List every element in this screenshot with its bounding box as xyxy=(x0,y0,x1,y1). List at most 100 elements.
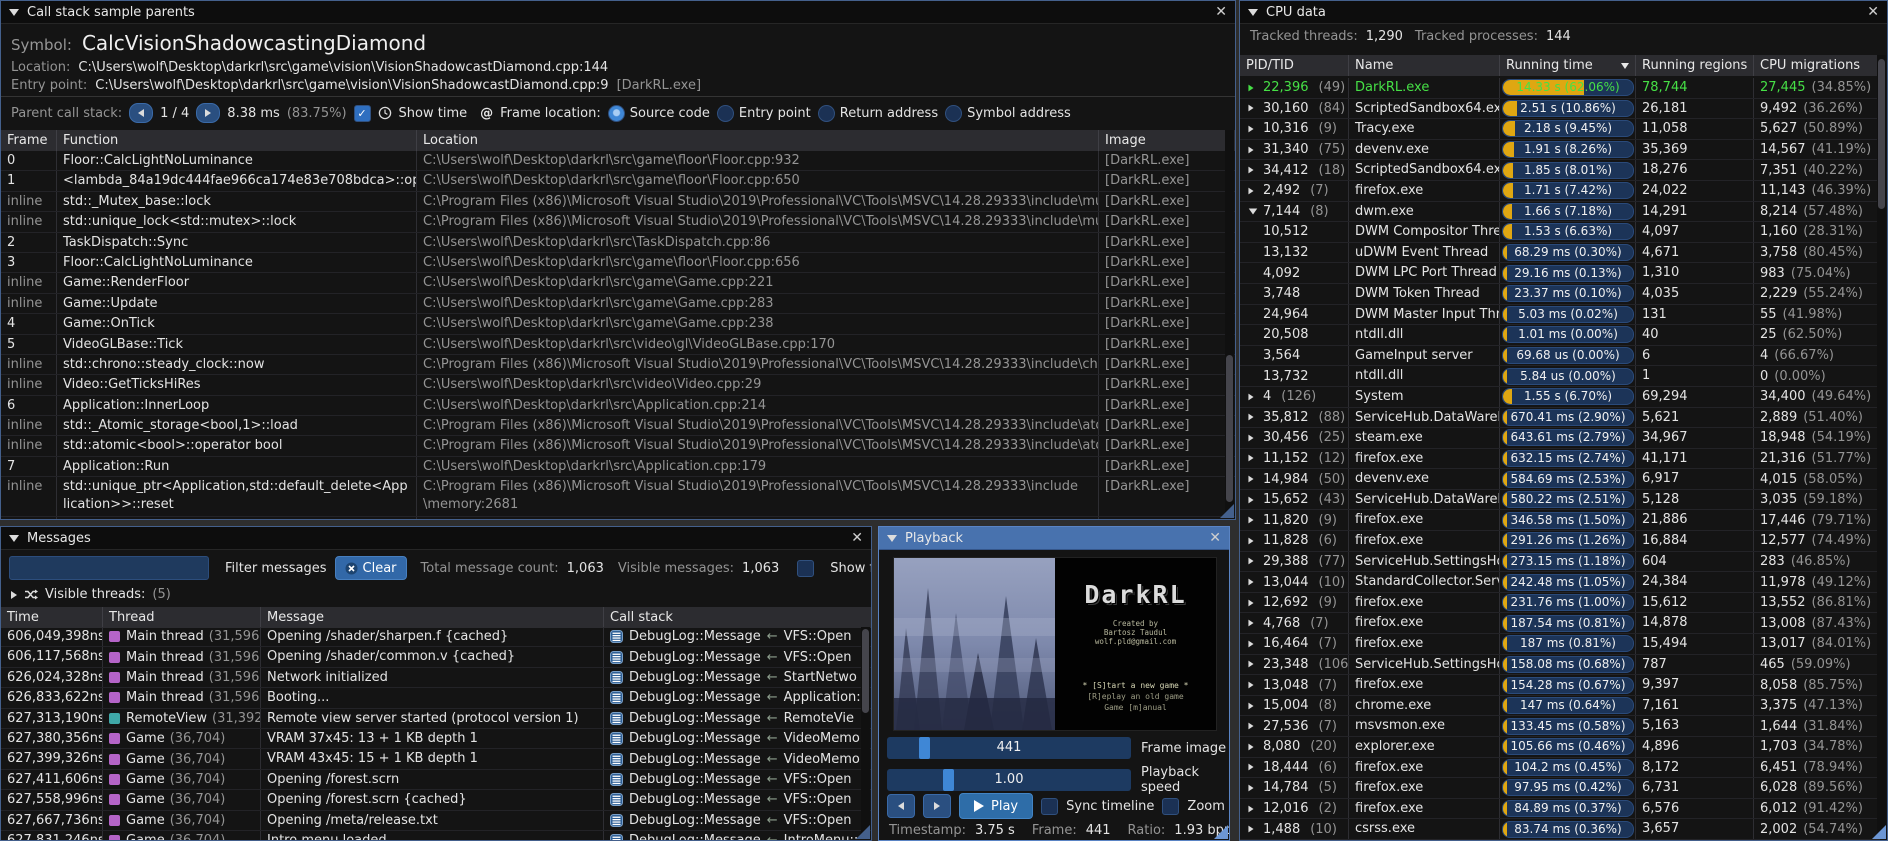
expand-row-icon[interactable] xyxy=(1248,743,1258,751)
expand-row-icon[interactable] xyxy=(1248,166,1258,174)
callstack-row[interactable]: inlinestd::_Atomic_storage<bool,1>::load… xyxy=(1,416,1236,436)
cpu-process-row[interactable]: 13,048(7)firefox.exe154.28 ms (0.67%)9,3… xyxy=(1240,675,1880,696)
column-header-time[interactable]: Time xyxy=(1,607,103,628)
resize-grip[interactable] xyxy=(1220,504,1234,518)
collapse-icon[interactable] xyxy=(887,535,897,542)
callstack-cell[interactable]: DebugLog::Message←VideoMemo xyxy=(604,729,872,748)
expand-row-icon[interactable] xyxy=(1248,146,1258,154)
column-header-location[interactable]: Location xyxy=(417,130,1099,151)
callstack-row[interactable]: 7Application::RunC:\Users\wolf\Desktop\d… xyxy=(1,457,1236,477)
cpu-process-row[interactable]: 11,152(12)firefox.exe632.15 ms (2.74%)41… xyxy=(1240,449,1880,470)
callstack-row[interactable]: 2TaskDispatch::SyncC:\Users\wolf\Desktop… xyxy=(1,233,1236,253)
prev-frame-button[interactable] xyxy=(887,794,915,818)
collapse-icon[interactable] xyxy=(9,535,19,542)
cpu-thread-row[interactable]: 13,132uDWM Event Thread68.29 ms (0.30%)4… xyxy=(1240,243,1880,264)
cpu-process-row[interactable]: 22,396(49)DarkRL.exe14.33 s (62.06%)78,7… xyxy=(1240,78,1880,99)
cpu-process-row[interactable]: 27,536(7)msvsmon.exe133.45 ms (0.58%)5,1… xyxy=(1240,716,1880,737)
column-header-message[interactable]: Message xyxy=(261,607,604,628)
column-header-name[interactable]: Name xyxy=(1349,55,1500,76)
expand-row-icon[interactable] xyxy=(1248,537,1258,545)
message-row[interactable]: 626,024,328nsMain thread(31,596)Network … xyxy=(1,668,872,688)
callstack-row[interactable]: inlinestd::unique_ptr<Application,std::d… xyxy=(1,477,1236,517)
expand-row-icon[interactable] xyxy=(1248,722,1258,730)
frame-image-slider[interactable]: 441 xyxy=(887,737,1131,759)
callstack-cell[interactable]: DebugLog::Message←StartNetwo xyxy=(604,668,872,687)
column-header-image[interactable]: Image xyxy=(1099,130,1236,151)
callstack-cell[interactable]: DebugLog::Message←Application: xyxy=(604,688,872,707)
cpu-process-row[interactable]: 30,160(84)ScriptedSandbox64.exe2.51 s (1… xyxy=(1240,99,1880,120)
collapse-row-icon[interactable] xyxy=(1248,208,1258,215)
show-time-checkbox[interactable]: ✓ xyxy=(354,105,371,122)
callstack-row[interactable]: inlinestd::chrono::steady_clock::nowC:\P… xyxy=(1,355,1236,375)
next-frame-button[interactable] xyxy=(923,794,951,818)
prev-callstack-button[interactable] xyxy=(129,103,153,123)
message-row[interactable]: 626,833,622nsMain thread(31,596)Booting.… xyxy=(1,688,872,708)
visible-threads-label[interactable]: Visible threads: xyxy=(45,587,145,602)
cpu-process-row[interactable]: 2,492(7)firefox.exe1.71 s (7.42%)24,0221… xyxy=(1240,181,1880,202)
cpu-process-row[interactable]: 29,388(77)ServiceHub.SettingsHost273.15 … xyxy=(1240,552,1880,573)
column-header-thread[interactable]: Thread xyxy=(103,607,261,628)
expand-row-icon[interactable] xyxy=(1248,825,1258,833)
callstack-row[interactable]: inlinestd::unique_lock<std::mutex>::lock… xyxy=(1,212,1236,232)
frame-location-radio-source-code[interactable]: Source code xyxy=(608,105,710,122)
expand-row-icon[interactable] xyxy=(1248,104,1258,112)
filter-input[interactable] xyxy=(9,556,209,580)
callstack-cell[interactable]: DebugLog::Message←VFS::Open xyxy=(604,627,872,646)
callstack-row[interactable]: 6Application::InnerLoopC:\Users\wolf\Des… xyxy=(1,396,1236,416)
close-icon[interactable]: ✕ xyxy=(1867,5,1879,19)
cpu-process-row[interactable]: 18,444(6)firefox.exe104.2 ms (0.45%)8,17… xyxy=(1240,758,1880,779)
column-header-frame[interactable]: Frame xyxy=(1,130,57,151)
message-row[interactable]: 627,399,326nsGame(36,704)VRAM 43x45: 15 … xyxy=(1,749,872,769)
frame-location-radio-symbol-address[interactable]: Symbol address xyxy=(945,105,1071,122)
expand-row-icon[interactable] xyxy=(1248,557,1258,565)
expand-row-icon[interactable] xyxy=(1248,784,1258,792)
callstack-row[interactable]: inlineGame::RenderFloorC:\Users\wolf\Des… xyxy=(1,273,1236,293)
frame-location-radio-entry-point[interactable]: Entry point xyxy=(717,105,811,122)
callstack-row[interactable]: 3Floor::CalcLightNoLuminanceC:\Users\wol… xyxy=(1,253,1236,273)
cpu-thread-row[interactable]: 20,508ntdll.dll1.01 ms (0.00%)4025(62.50… xyxy=(1240,325,1880,346)
column-header-function[interactable]: Function xyxy=(57,130,417,151)
callstack-cell[interactable]: DebugLog::Message←IntroMenu:: xyxy=(604,831,872,840)
next-callstack-button[interactable] xyxy=(196,103,220,123)
close-icon[interactable]: ✕ xyxy=(851,531,863,545)
callstack-cell[interactable]: DebugLog::Message←VFS::Open xyxy=(604,770,872,789)
message-row[interactable]: 627,667,736nsGame(36,704)Opening /meta/r… xyxy=(1,811,872,831)
cpu-process-row[interactable]: 12,692(9)firefox.exe231.76 ms (1.00%)15,… xyxy=(1240,593,1880,614)
message-row[interactable]: 606,117,568nsMain thread(31,596)Opening … xyxy=(1,647,872,667)
expand-row-icon[interactable] xyxy=(1248,413,1258,421)
cpu-thread-row[interactable]: 13,732ntdll.dll5.84 us (0.00%)10(0.00%) xyxy=(1240,366,1880,387)
expand-row-icon[interactable] xyxy=(1248,702,1258,710)
message-row[interactable]: 627,380,356nsGame(36,704)VRAM 37x45: 13 … xyxy=(1,729,872,749)
cpu-process-row[interactable]: 4(126)System1.55 s (6.70%)69,29434,400(4… xyxy=(1240,387,1880,408)
sync-timeline-checkbox[interactable] xyxy=(1041,798,1058,815)
expand-row-icon[interactable] xyxy=(1248,84,1258,92)
expand-row-icon[interactable] xyxy=(1248,640,1258,648)
cpu-process-row[interactable]: 15,652(43)ServiceHub.DataWareho580.22 ms… xyxy=(1240,490,1880,511)
cpu-process-row[interactable]: 10,316(9)Tracy.exe2.18 s (9.45%)11,0585,… xyxy=(1240,119,1880,140)
expand-row-icon[interactable] xyxy=(1248,599,1258,607)
column-header-cpu-migrations[interactable]: CPU migrations xyxy=(1754,55,1880,76)
expand-icon[interactable] xyxy=(11,591,17,599)
column-header-pid-tid[interactable]: PID/TID xyxy=(1240,55,1349,76)
cpu-thread-row[interactable]: 4,092DWM LPC Port Thread29.16 ms (0.13%)… xyxy=(1240,263,1880,284)
callstack-row[interactable]: 8mainC:\Users\wolf\Desktop\darkrl\src\En… xyxy=(1,517,1236,519)
expand-row-icon[interactable] xyxy=(1248,660,1258,668)
message-row[interactable]: 627,411,606nsGame(36,704)Opening /forest… xyxy=(1,770,872,790)
callstack-row[interactable]: 4Game::OnTickC:\Users\wolf\Desktop\darkr… xyxy=(1,314,1236,334)
callstack-row[interactable]: inlinestd::atomic<bool>::operator boolC:… xyxy=(1,436,1236,456)
resize-grip[interactable] xyxy=(1872,825,1886,839)
callstack-cell[interactable]: DebugLog::Message←VFS::Open xyxy=(604,647,872,666)
show-frame-checkbox[interactable] xyxy=(797,560,814,577)
callstack-row[interactable]: inlineVideo::GetTicksHiResC:\Users\wolf\… xyxy=(1,375,1236,395)
expand-row-icon[interactable] xyxy=(1248,681,1258,689)
expand-row-icon[interactable] xyxy=(1248,578,1258,586)
callstack-row[interactable]: 5VideoGLBase::TickC:\Users\wolf\Desktop\… xyxy=(1,335,1236,355)
expand-row-icon[interactable] xyxy=(1248,454,1258,462)
messages-scrollbar[interactable] xyxy=(861,627,870,839)
callstack-row[interactable]: inlineGame::UpdateC:\Users\wolf\Desktop\… xyxy=(1,294,1236,314)
message-row[interactable]: 627,831,246nsGame(36,704)Intro menu load… xyxy=(1,831,872,840)
cpu-process-row[interactable]: 34,412(18)ScriptedSandbox64.exe1.85 s (8… xyxy=(1240,160,1880,181)
close-icon[interactable]: ✕ xyxy=(1215,5,1227,19)
expand-row-icon[interactable] xyxy=(1248,516,1258,524)
cpu-process-row[interactable]: 30,456(25)steam.exe643.61 ms (2.79%)34,9… xyxy=(1240,428,1880,449)
